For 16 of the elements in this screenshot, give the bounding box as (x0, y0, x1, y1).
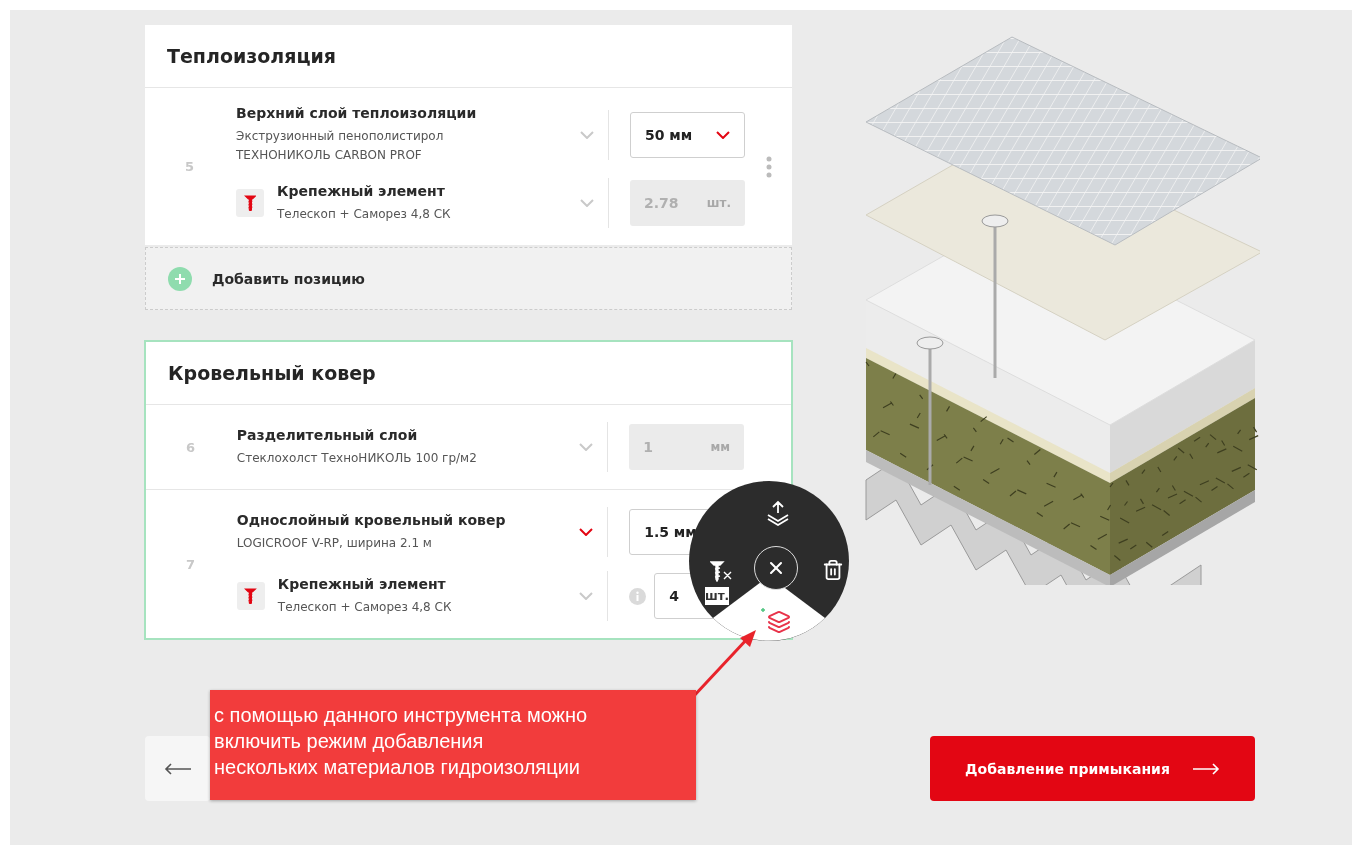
item-title: Крепежный элемент (277, 182, 446, 199)
section-title: Теплоизоляция (167, 45, 337, 67)
item-subtitle: Телескоп + Саморез 4,8 СК (277, 598, 452, 616)
item-title: Крепежный элемент (277, 575, 447, 592)
callout-note: с помощью данного инструмента можно включить режим добавления нескольких материалов гидроизоляции (210, 690, 696, 800)
item-subtitle: Телескоп + Саморез 4,8 СК (277, 205, 451, 223)
item-title: Однослойный кровельный ковер (236, 511, 506, 528)
item-subtitle: Стеклохолст ТехноНИКОЛЬ 100 гр/м2 (236, 449, 477, 467)
size-select[interactable]: 50 мм (630, 111, 745, 158)
item-subtitle: LOGICROOF V-RP, ширина 2.1 м (236, 534, 433, 552)
next-button[interactable]: Добавление примыкания (930, 736, 1255, 802)
item-title: Разделительный слой (236, 426, 419, 443)
item-subtitle: Экструзионный пенополистирол ТЕХНОНИКОЛЬ CARBON PROF (236, 128, 445, 164)
item-title: Верхний слой теплоизоляции (236, 105, 478, 121)
section-title: Кровельный ковер (168, 362, 376, 385)
add-position-button[interactable]: Добавить позицию (145, 247, 792, 311)
